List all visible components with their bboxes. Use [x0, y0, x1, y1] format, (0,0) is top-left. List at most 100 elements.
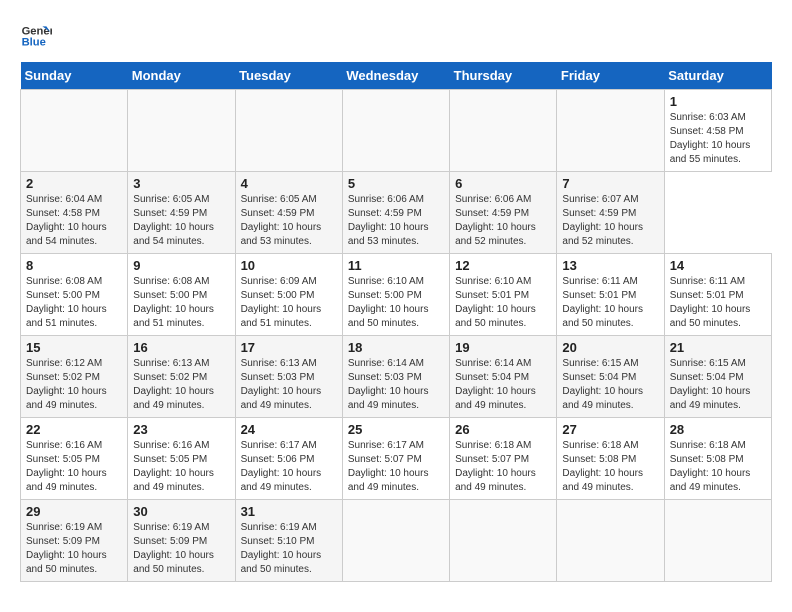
day-info: Sunrise: 6:18 AMSunset: 5:08 PMDaylight:…: [670, 439, 766, 495]
calendar-cell: 28 Sunrise: 6:18 AMSunset: 5:08 PMDayligh…: [664, 418, 771, 500]
calendar-header-row: SundayMondayTuesdayWednesdayThursdayFrid…: [21, 62, 772, 90]
day-number: 23: [133, 422, 229, 437]
day-info: Sunrise: 6:16 AMSunset: 5:05 PMDaylight:…: [133, 439, 229, 495]
day-number: 14: [670, 258, 766, 273]
day-number: 25: [348, 422, 444, 437]
day-info: Sunrise: 6:14 AMSunset: 5:03 PMDaylight:…: [348, 357, 444, 413]
day-info: Sunrise: 6:11 AMSunset: 5:01 PMDaylight:…: [562, 275, 658, 331]
day-number: 30: [133, 504, 229, 519]
calendar-cell: 30Sunrise: 6:19 AMSunset: 5:09 PMDayligh…: [128, 500, 235, 582]
calendar-week-row: 2 Sunrise: 6:04 AMSunset: 4:58 PMDaylight…: [21, 172, 772, 254]
page-header: General Blue: [20, 20, 772, 52]
logo-icon: General Blue: [20, 20, 52, 52]
day-number: 17: [241, 340, 337, 355]
calendar-cell: 5 Sunrise: 6:06 AMSunset: 4:59 PMDaylight…: [342, 172, 449, 254]
calendar-cell: [450, 500, 557, 582]
calendar-cell: [342, 500, 449, 582]
calendar-body: 1Sunrise: 6:03 AMSunset: 4:58 PMDaylight…: [21, 90, 772, 582]
day-info: Sunrise: 6:17 AMSunset: 5:07 PMDaylight:…: [348, 439, 444, 495]
calendar-cell: 4 Sunrise: 6:05 AMSunset: 4:59 PMDaylight…: [235, 172, 342, 254]
calendar-week-row: 8Sunrise: 6:08 AMSunset: 5:00 PMDaylight…: [21, 254, 772, 336]
calendar-cell: 7 Sunrise: 6:07 AMSunset: 4:59 PMDaylight…: [557, 172, 664, 254]
day-number: 19: [455, 340, 551, 355]
day-info: Sunrise: 6:18 AMSunset: 5:08 PMDaylight:…: [562, 439, 658, 495]
day-info: Sunrise: 6:09 AMSunset: 5:00 PMDaylight:…: [241, 275, 337, 331]
day-info: Sunrise: 6:07 AMSunset: 4:59 PMDaylight:…: [562, 193, 658, 249]
calendar-cell: 14 Sunrise: 6:11 AMSunset: 5:01 PMDayligh…: [664, 254, 771, 336]
day-info: Sunrise: 6:12 AMSunset: 5:02 PMDaylight:…: [26, 357, 122, 413]
calendar-cell: 24 Sunrise: 6:17 AMSunset: 5:06 PMDayligh…: [235, 418, 342, 500]
calendar-cell: 9 Sunrise: 6:08 AMSunset: 5:00 PMDaylight…: [128, 254, 235, 336]
calendar-cell: 6Sunrise: 6:06 AMSunset: 4:59 PMDaylight…: [450, 172, 557, 254]
calendar-week-row: 29 Sunrise: 6:19 AMSunset: 5:09 PMDayligh…: [21, 500, 772, 582]
day-number: 3: [133, 176, 229, 191]
calendar-cell: 1Sunrise: 6:03 AMSunset: 4:58 PMDaylight…: [664, 90, 771, 172]
day-number: 1: [670, 94, 766, 109]
day-info: Sunrise: 6:05 AMSunset: 4:59 PMDaylight:…: [241, 193, 337, 249]
calendar-cell: 13 Sunrise: 6:11 AMSunset: 5:01 PMDayligh…: [557, 254, 664, 336]
calendar-cell: 18Sunrise: 6:14 AMSunset: 5:03 PMDayligh…: [342, 336, 449, 418]
day-number: 7: [562, 176, 658, 191]
day-info: Sunrise: 6:06 AMSunset: 4:59 PMDaylight:…: [348, 193, 444, 249]
calendar-cell: 15 Sunrise: 6:12 AMSunset: 5:02 PMDayligh…: [21, 336, 128, 418]
day-info: Sunrise: 6:17 AMSunset: 5:06 PMDaylight:…: [241, 439, 337, 495]
day-number: 24: [241, 422, 337, 437]
calendar-week-row: 1Sunrise: 6:03 AMSunset: 4:58 PMDaylight…: [21, 90, 772, 172]
calendar-cell: 23 Sunrise: 6:16 AMSunset: 5:05 PMDayligh…: [128, 418, 235, 500]
calendar-week-row: 15 Sunrise: 6:12 AMSunset: 5:02 PMDayligh…: [21, 336, 772, 418]
day-info: Sunrise: 6:15 AMSunset: 5:04 PMDaylight:…: [670, 357, 766, 413]
calendar-cell: 22Sunrise: 6:16 AMSunset: 5:05 PMDayligh…: [21, 418, 128, 500]
day-info: Sunrise: 6:11 AMSunset: 5:01 PMDaylight:…: [670, 275, 766, 331]
calendar-cell: [450, 90, 557, 172]
day-info: Sunrise: 6:13 AMSunset: 5:03 PMDaylight:…: [241, 357, 337, 413]
day-header-saturday: Saturday: [664, 62, 771, 90]
calendar-cell: 27 Sunrise: 6:18 AMSunset: 5:08 PMDayligh…: [557, 418, 664, 500]
calendar-cell: 19 Sunrise: 6:14 AMSunset: 5:04 PMDayligh…: [450, 336, 557, 418]
calendar-cell: 8Sunrise: 6:08 AMSunset: 5:00 PMDaylight…: [21, 254, 128, 336]
day-number: 11: [348, 258, 444, 273]
day-number: 10: [241, 258, 337, 273]
day-info: Sunrise: 6:05 AMSunset: 4:59 PMDaylight:…: [133, 193, 229, 249]
day-info: Sunrise: 6:08 AMSunset: 5:00 PMDaylight:…: [26, 275, 122, 331]
calendar-cell: 3 Sunrise: 6:05 AMSunset: 4:59 PMDaylight…: [128, 172, 235, 254]
day-number: 5: [348, 176, 444, 191]
day-number: 9: [133, 258, 229, 273]
day-header-wednesday: Wednesday: [342, 62, 449, 90]
day-number: 4: [241, 176, 337, 191]
day-number: 12: [455, 258, 551, 273]
day-info: Sunrise: 6:19 AMSunset: 5:10 PMDaylight:…: [241, 521, 337, 577]
day-header-thursday: Thursday: [450, 62, 557, 90]
day-info: Sunrise: 6:14 AMSunset: 5:04 PMDaylight:…: [455, 357, 551, 413]
day-number: 29: [26, 504, 122, 519]
calendar-cell: [342, 90, 449, 172]
calendar-cell: [664, 500, 771, 582]
day-number: 31: [241, 504, 337, 519]
calendar-cell: [235, 90, 342, 172]
day-number: 28: [670, 422, 766, 437]
day-info: Sunrise: 6:04 AMSunset: 4:58 PMDaylight:…: [26, 193, 122, 249]
calendar-cell: 21 Sunrise: 6:15 AMSunset: 5:04 PMDayligh…: [664, 336, 771, 418]
calendar-cell: 31 Sunrise: 6:19 AMSunset: 5:10 PMDayligh…: [235, 500, 342, 582]
day-header-monday: Monday: [128, 62, 235, 90]
day-info: Sunrise: 6:19 AMSunset: 5:09 PMDaylight:…: [26, 521, 122, 577]
day-header-friday: Friday: [557, 62, 664, 90]
day-info: Sunrise: 6:18 AMSunset: 5:07 PMDaylight:…: [455, 439, 551, 495]
calendar-cell: 20Sunrise: 6:15 AMSunset: 5:04 PMDayligh…: [557, 336, 664, 418]
svg-text:General: General: [22, 25, 52, 37]
calendar-cell: [557, 90, 664, 172]
day-info: Sunrise: 6:08 AMSunset: 5:00 PMDaylight:…: [133, 275, 229, 331]
calendar-cell: [21, 90, 128, 172]
calendar-cell: 17 Sunrise: 6:13 AMSunset: 5:03 PMDayligh…: [235, 336, 342, 418]
day-number: 2: [26, 176, 122, 191]
day-number: 15: [26, 340, 122, 355]
calendar-cell: 2 Sunrise: 6:04 AMSunset: 4:58 PMDaylight…: [21, 172, 128, 254]
day-number: 27: [562, 422, 658, 437]
day-number: 22: [26, 422, 122, 437]
day-number: 13: [562, 258, 658, 273]
calendar-week-row: 22 Sunrise: 6:16 AMSunset: 5:05 PMDayligh…: [21, 418, 772, 500]
day-info: Sunrise: 6:15 AMSunset: 5:04 PMDaylight:…: [562, 357, 658, 413]
day-number: 21: [670, 340, 766, 355]
day-header-tuesday: Tuesday: [235, 62, 342, 90]
day-header-sunday: Sunday: [21, 62, 128, 90]
day-info: Sunrise: 6:10 AMSunset: 5:00 PMDaylight:…: [348, 275, 444, 331]
